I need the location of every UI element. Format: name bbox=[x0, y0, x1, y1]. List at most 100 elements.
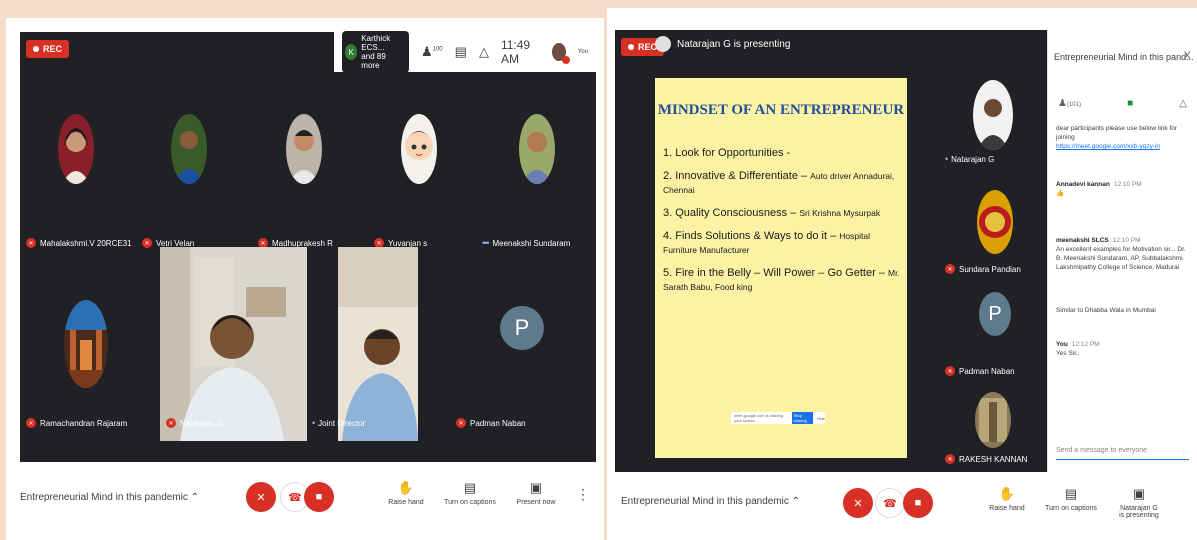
captions-icon: ▤ bbox=[463, 480, 477, 495]
chip-line2: and 89 more bbox=[361, 52, 386, 70]
mic-off-icon: ✕ bbox=[456, 418, 466, 428]
mic-toggle-button[interactable]: ✕ bbox=[843, 488, 873, 518]
control-bar: Entrepreneurial Mind in this pandemic ⌃ … bbox=[607, 472, 1197, 540]
hand-icon: ✋ bbox=[397, 480, 415, 495]
camera-toggle-button[interactable]: ■ bbox=[304, 482, 334, 512]
video-frame bbox=[160, 247, 307, 441]
presenter-banner: Natarajan G is presenting bbox=[655, 36, 790, 52]
meeting-title[interactable]: Entrepreneurial Mind in this pandemic ⌃ bbox=[621, 496, 800, 507]
camera-toggle-button[interactable]: ■ bbox=[903, 488, 933, 518]
activities-icon[interactable]: △ bbox=[1179, 98, 1187, 109]
item-detail: Sri Krishna Mysurpak bbox=[799, 208, 881, 218]
chat-icon[interactable]: ■ bbox=[1127, 98, 1133, 109]
avatar-meenakshi bbox=[519, 114, 555, 184]
captions-label: Turn on captions bbox=[444, 499, 496, 506]
people-icon[interactable]: ♟100 bbox=[421, 44, 443, 60]
message-text: Yes Sir.. bbox=[1056, 350, 1080, 357]
camera-off-icon: ■ bbox=[914, 497, 922, 509]
left-screenshot: REC K Karthick ECS... and 89 more ♟100 ▤ … bbox=[6, 18, 604, 540]
presentation-view: REC Natarajan G is presenting MINDSET OF… bbox=[615, 30, 1047, 472]
item-main: 3. Quality Consciousness – bbox=[663, 207, 800, 219]
avatar-rakesh bbox=[975, 392, 1011, 448]
avatar-image bbox=[975, 392, 1011, 448]
presenting-label-1: Natarajan G bbox=[1120, 505, 1158, 512]
item-main: 4. Finds Solutions & Ways to do it – bbox=[663, 230, 840, 242]
presenter-avatar bbox=[655, 36, 671, 52]
captions-button[interactable]: ▤ Turn on captions bbox=[440, 480, 500, 506]
avatar-image bbox=[401, 114, 437, 184]
mic-off-icon: ✕ bbox=[853, 497, 863, 510]
self-avatar[interactable] bbox=[551, 43, 570, 64]
mic-off-icon: ✕ bbox=[945, 366, 955, 376]
present-now-button[interactable]: ▣ Present now bbox=[506, 480, 566, 506]
people-count: (101) bbox=[1066, 102, 1081, 108]
speaking-icon: • bbox=[312, 418, 315, 428]
item-main: 5. Fire in the Belly – Will Power – Go G… bbox=[663, 267, 888, 279]
participant-chip[interactable]: K Karthick ECS... and 89 more bbox=[342, 31, 409, 73]
participant-name: Padman Naban bbox=[959, 366, 1015, 376]
more-options-icon[interactable]: ⋮ bbox=[576, 486, 590, 503]
avatar-image bbox=[58, 114, 94, 184]
avatar-yuvanjan bbox=[401, 114, 437, 184]
chip-text: Karthick ECS... and 89 more bbox=[361, 34, 403, 70]
message-link[interactable]: https://meet.google.com/xxb-yqzy-in bbox=[1056, 143, 1160, 150]
participant-name: Meenakshi Sundaram bbox=[492, 238, 571, 248]
stop-sharing-button[interactable]: Stop sharing bbox=[791, 412, 813, 424]
chevron-up-icon: ⌃ bbox=[190, 492, 200, 503]
slide-item: 4. Finds Solutions & Ways to do it – Hos… bbox=[663, 229, 901, 257]
tile-name: ✕ Natarajan G bbox=[166, 418, 223, 428]
video-joint-director bbox=[338, 247, 418, 441]
clock: 11:49 AM bbox=[500, 38, 531, 66]
share-text: meet.google.com is sharing your screen bbox=[734, 413, 783, 423]
raise-hand-button[interactable]: ✋ Raise hand bbox=[977, 486, 1037, 512]
mic-off-icon: ✕ bbox=[26, 418, 36, 428]
slide-item: 5. Fire in the Belly – Will Power – Go G… bbox=[663, 266, 901, 294]
avatar-image bbox=[64, 300, 108, 388]
present-label: Present now bbox=[516, 499, 556, 506]
hand-icon: ✋ bbox=[998, 486, 1016, 501]
presenting-label-2: is presenting bbox=[1119, 512, 1159, 519]
panel-title: Entrepreneurial Mind in this pand... bbox=[1054, 52, 1194, 62]
chat-input-placeholder: Send a message to everyone bbox=[1056, 447, 1148, 454]
avatar-natarajan bbox=[973, 80, 1013, 150]
video-frame bbox=[338, 247, 418, 441]
avatar-image bbox=[973, 80, 1013, 150]
presenting-button[interactable]: ▣ Natarajan Gis presenting bbox=[1109, 486, 1169, 519]
speaking-icon: ••• bbox=[482, 238, 490, 248]
captions-label: Turn on captions bbox=[1045, 505, 1097, 512]
tile-name: • Joint Director bbox=[312, 418, 365, 428]
meeting-title[interactable]: Entrepreneurial Mind in this pandemic ⌃ bbox=[20, 492, 199, 503]
avatar-padman: P bbox=[979, 292, 1011, 336]
leave-call-button[interactable]: ☎ bbox=[875, 488, 905, 518]
participant-name: Mahalakshmi.V 20RCE31 bbox=[40, 238, 132, 248]
message-time: 12:10 PM bbox=[1113, 181, 1142, 188]
mic-off-icon: ✕ bbox=[256, 491, 266, 504]
presented-slide: MINDSET OF AN ENTREPRENEUR 1. Look for O… bbox=[655, 78, 907, 458]
captions-button[interactable]: ▤ Turn on captions bbox=[1041, 486, 1101, 512]
hide-button[interactable]: Hide bbox=[817, 416, 825, 421]
tile-name: ✕ Padman Naban bbox=[945, 366, 1015, 376]
people-icon[interactable]: ♟(101) bbox=[1058, 98, 1081, 109]
meeting-grid: REC K Karthick ECS... and 89 more ♟100 ▤ … bbox=[20, 31, 596, 462]
chip-avatar: K bbox=[345, 44, 358, 60]
chat-message: Annadevi kannan 12:10 PM 👍 bbox=[1056, 180, 1189, 198]
avatar-ramachandran bbox=[64, 300, 108, 388]
activities-icon[interactable]: △ bbox=[479, 44, 489, 60]
chevron-up-icon: ⌃ bbox=[791, 496, 801, 507]
message-time: 12:10 PM bbox=[1112, 237, 1141, 244]
top-bar: K Karthick ECS... and 89 more ♟100 ▤ △ 11… bbox=[334, 31, 596, 73]
avatar-sundara bbox=[977, 190, 1013, 254]
raise-hand-button[interactable]: ✋ Raise hand bbox=[376, 480, 436, 506]
send-icon[interactable]: ▷ bbox=[1184, 447, 1189, 455]
chat-icon[interactable]: ▤ bbox=[455, 44, 467, 60]
video-natarajan bbox=[160, 247, 307, 441]
control-bar: Entrepreneurial Mind in this pandemic ⌃ … bbox=[6, 462, 604, 540]
present-icon: ▣ bbox=[1132, 486, 1146, 501]
chat-input[interactable]: Send a message to everyone ▷ bbox=[1056, 447, 1189, 460]
tile-name: ✕ Padman Naban bbox=[456, 418, 526, 428]
slide-item: 3. Quality Consciousness – Sri Krishna M… bbox=[663, 206, 901, 220]
mic-toggle-button[interactable]: ✕ bbox=[246, 482, 276, 512]
hangup-icon: ☎ bbox=[883, 497, 897, 510]
message-text: dear participants please use below link … bbox=[1056, 125, 1178, 141]
close-icon[interactable]: X bbox=[1184, 50, 1191, 62]
